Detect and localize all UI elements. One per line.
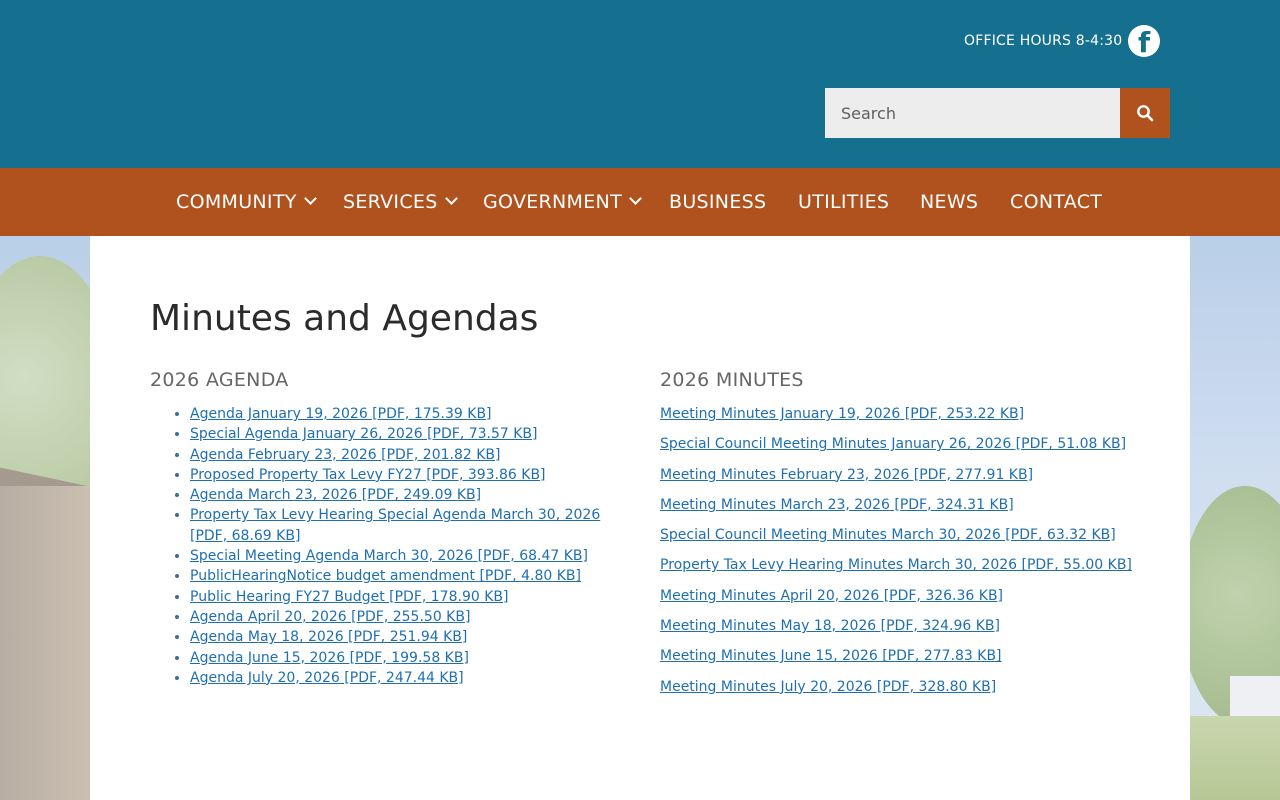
nav-item-services[interactable]: SERVICES (343, 168, 458, 236)
building-image (0, 486, 90, 800)
list-item: Agenda April 20, 2026 [PDF, 255.50 KB] (190, 607, 620, 627)
agenda-link[interactable]: Proposed Property Tax Levy FY27 [PDF, 39… (190, 467, 546, 483)
minutes-link[interactable]: Meeting Minutes March 23, 2026 [PDF, 324… (660, 497, 1014, 513)
nav-item-business[interactable]: BUSINESS (669, 168, 766, 236)
nav-item-community[interactable]: COMMUNITY (176, 168, 317, 236)
minutes-link[interactable]: Meeting Minutes May 18, 2026 [PDF, 324.9… (660, 618, 1000, 634)
minutes-link[interactable]: Meeting Minutes July 20, 2026 [PDF, 328.… (660, 679, 996, 695)
nav-item-utilities[interactable]: UTILITIES (798, 168, 889, 236)
list-item: Agenda March 23, 2026 [PDF, 249.09 KB] (190, 485, 620, 505)
agenda-list: Agenda January 19, 2026 [PDF, 175.39 KB]… (150, 404, 620, 688)
list-item: Agenda July 20, 2026 [PDF, 247.44 KB] (190, 668, 620, 688)
list-item: Property Tax Levy Hearing Special Agenda… (190, 505, 620, 546)
list-item: Agenda February 23, 2026 [PDF, 201.82 KB… (190, 445, 620, 465)
search-icon (1137, 105, 1154, 122)
page-title: Minutes and Agendas (150, 298, 539, 339)
search-form (825, 88, 1170, 138)
list-item: Special Agenda January 26, 2026 [PDF, 73… (190, 424, 620, 444)
agenda-link[interactable]: Property Tax Levy Hearing Special Agenda… (190, 507, 600, 543)
minutes-link[interactable]: Meeting Minutes April 20, 2026 [PDF, 326… (660, 588, 1003, 604)
list-item: Meeting Minutes February 23, 2026 [PDF, … (660, 465, 1140, 485)
minutes-link[interactable]: Meeting Minutes June 15, 2026 [PDF, 277.… (660, 648, 1002, 664)
nav-item-contact[interactable]: CONTACT (1010, 168, 1102, 236)
minutes-link[interactable]: Special Council Meeting Minutes March 30… (660, 527, 1116, 543)
minutes-link[interactable]: Meeting Minutes January 19, 2026 [PDF, 2… (660, 406, 1024, 422)
minutes-link[interactable]: Meeting Minutes February 23, 2026 [PDF, … (660, 467, 1033, 483)
list-item: Agenda June 15, 2026 [PDF, 199.58 KB] (190, 648, 620, 668)
minutes-column: Meeting Minutes January 19, 2026 [PDF, 2… (660, 404, 1140, 707)
agenda-link[interactable]: Agenda April 20, 2026 [PDF, 255.50 KB] (190, 609, 470, 625)
list-item: Meeting Minutes January 19, 2026 [PDF, 2… (660, 404, 1140, 424)
list-item: Public Hearing FY27 Budget [PDF, 178.90 … (190, 587, 620, 607)
nav-label: COMMUNITY (176, 191, 297, 213)
agenda-link[interactable]: Special Meeting Agenda March 30, 2026 [P… (190, 548, 588, 564)
list-item: Special Council Meeting Minutes January … (660, 434, 1140, 454)
list-item: Special Meeting Agenda March 30, 2026 [P… (190, 546, 620, 566)
content-panel: Minutes and Agendas 2026 AGENDA Agenda J… (90, 236, 1190, 800)
minutes-heading: 2026 MINUTES (660, 369, 804, 391)
chevron-down-icon (444, 192, 458, 205)
agenda-link[interactable]: Special Agenda January 26, 2026 [PDF, 73… (190, 426, 538, 442)
list-item: Agenda May 18, 2026 [PDF, 251.94 KB] (190, 627, 620, 647)
agenda-link[interactable]: Agenda May 18, 2026 [PDF, 251.94 KB] (190, 629, 467, 645)
agenda-link[interactable]: Agenda March 23, 2026 [PDF, 249.09 KB] (190, 487, 481, 503)
house-image (1230, 676, 1280, 716)
chevron-down-icon (303, 192, 317, 205)
nav-label: BUSINESS (669, 191, 767, 213)
nav-label: CONTACT (1010, 191, 1103, 213)
site-header: OFFICE HOURS 8-4:30 f (0, 0, 1280, 168)
nav-item-news[interactable]: NEWS (920, 168, 978, 236)
search-button[interactable] (1120, 88, 1170, 138)
list-item: Meeting Minutes May 18, 2026 [PDF, 324.9… (660, 616, 1140, 636)
agenda-link[interactable]: Agenda June 15, 2026 [PDF, 199.58 KB] (190, 650, 469, 666)
agenda-column: Agenda January 19, 2026 [PDF, 175.39 KB]… (150, 404, 620, 688)
grass-image (1190, 716, 1280, 800)
agenda-link[interactable]: Agenda January 19, 2026 [PDF, 175.39 KB] (190, 406, 492, 422)
agenda-link[interactable]: PublicHearingNotice budget amendment [PD… (190, 568, 581, 584)
agenda-link[interactable]: Agenda July 20, 2026 [PDF, 247.44 KB] (190, 670, 464, 686)
facebook-icon[interactable]: f (1128, 25, 1160, 57)
main-nav: COMMUNITY SERVICES GOVERNMENT BUSINESS U… (0, 168, 1280, 236)
list-item: Proposed Property Tax Levy FY27 [PDF, 39… (190, 465, 620, 485)
list-item: Meeting Minutes July 20, 2026 [PDF, 328.… (660, 677, 1140, 697)
agenda-link[interactable]: Agenda February 23, 2026 [PDF, 201.82 KB… (190, 447, 500, 463)
nav-label: NEWS (920, 191, 979, 213)
list-item: PublicHearingNotice budget amendment [PD… (190, 566, 620, 586)
minutes-link[interactable]: Property Tax Levy Hearing Minutes March … (660, 557, 1132, 573)
search-input[interactable] (825, 88, 1120, 138)
list-item: Meeting Minutes June 15, 2026 [PDF, 277.… (660, 646, 1140, 666)
nav-label: SERVICES (343, 191, 438, 213)
list-item: Property Tax Levy Hearing Minutes March … (660, 555, 1140, 575)
nav-label: GOVERNMENT (483, 191, 622, 213)
minutes-link[interactable]: Special Council Meeting Minutes January … (660, 436, 1126, 452)
office-hours: OFFICE HOURS 8-4:30 (964, 33, 1123, 49)
agenda-link[interactable]: Public Hearing FY27 Budget [PDF, 178.90 … (190, 589, 508, 605)
list-item: Agenda January 19, 2026 [PDF, 175.39 KB] (190, 404, 620, 424)
list-item: Special Council Meeting Minutes March 30… (660, 525, 1140, 545)
list-item: Meeting Minutes March 23, 2026 [PDF, 324… (660, 495, 1140, 515)
agenda-heading: 2026 AGENDA (150, 369, 289, 391)
nav-item-government[interactable]: GOVERNMENT (483, 168, 642, 236)
nav-label: UTILITIES (798, 191, 890, 213)
chevron-down-icon (629, 192, 642, 205)
list-item: Meeting Minutes April 20, 2026 [PDF, 326… (660, 586, 1140, 606)
